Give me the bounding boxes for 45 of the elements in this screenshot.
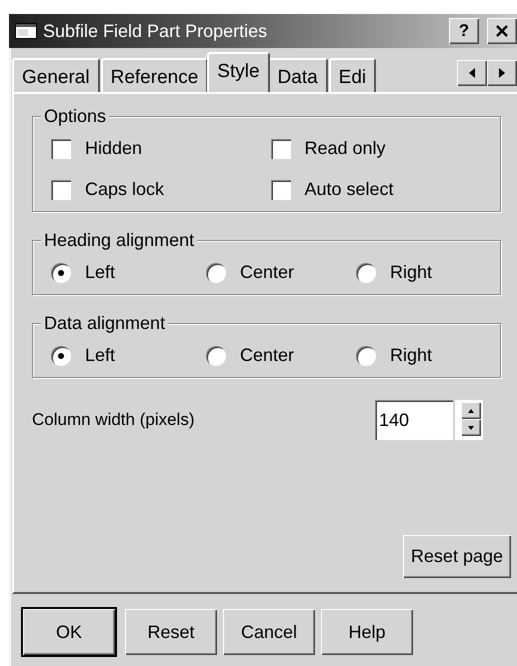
- window-title: Subfile Field Part Properties: [43, 20, 268, 43]
- checkbox[interactable]: [270, 138, 290, 158]
- checkbox[interactable]: [51, 138, 71, 158]
- up-arrow-icon: [468, 408, 474, 412]
- window-icon: [15, 23, 37, 39]
- radio-label: Center: [240, 344, 294, 367]
- scroll-right-button[interactable]: [487, 60, 517, 86]
- dialog-button[interactable]: Help: [321, 609, 413, 655]
- radio-button[interactable]: [206, 346, 226, 366]
- close-icon: [496, 25, 508, 37]
- radio-label: Center: [240, 261, 294, 284]
- down-arrow-icon: [468, 426, 474, 430]
- radio-label: Right: [390, 261, 432, 284]
- reset-page-button[interactable]: Reset page: [402, 535, 511, 578]
- radio-label: Left: [85, 344, 116, 367]
- radio-label: Right: [390, 344, 432, 367]
- help-button[interactable]: ?: [449, 18, 479, 44]
- radio-button[interactable]: [356, 346, 376, 366]
- checkbox-label: Auto select: [304, 178, 394, 201]
- checkbox[interactable]: [270, 180, 290, 200]
- dialog-button[interactable]: Cancel: [223, 609, 315, 655]
- close-button[interactable]: [487, 18, 517, 44]
- tab[interactable]: Style: [207, 52, 270, 92]
- tab[interactable]: General: [12, 58, 100, 92]
- radio-button[interactable]: [356, 262, 376, 282]
- radio-label: Left: [85, 261, 116, 284]
- tab[interactable]: Data: [268, 58, 328, 92]
- radio-button[interactable]: [206, 262, 226, 282]
- checkbox-label: Hidden: [85, 137, 142, 160]
- checkbox-label: Caps lock: [85, 178, 164, 201]
- radio-button[interactable]: [51, 262, 71, 282]
- spin-up-button[interactable]: [461, 402, 481, 419]
- dialog-button[interactable]: OK: [23, 609, 115, 655]
- tab[interactable]: Reference: [100, 58, 208, 92]
- tab[interactable]: Edi: [328, 58, 376, 92]
- number-field[interactable]: 140: [375, 400, 453, 440]
- field-label: Column width (pixels): [32, 409, 194, 432]
- spin-down-button[interactable]: [461, 419, 481, 436]
- left-arrow-icon: [469, 68, 475, 78]
- checkbox[interactable]: [51, 180, 71, 200]
- right-arrow-icon: [499, 68, 505, 78]
- radio-button[interactable]: [51, 346, 71, 366]
- scroll-left-button[interactable]: [457, 60, 487, 86]
- dialog-button[interactable]: Reset: [125, 609, 217, 655]
- checkbox-label: Read only: [304, 137, 386, 160]
